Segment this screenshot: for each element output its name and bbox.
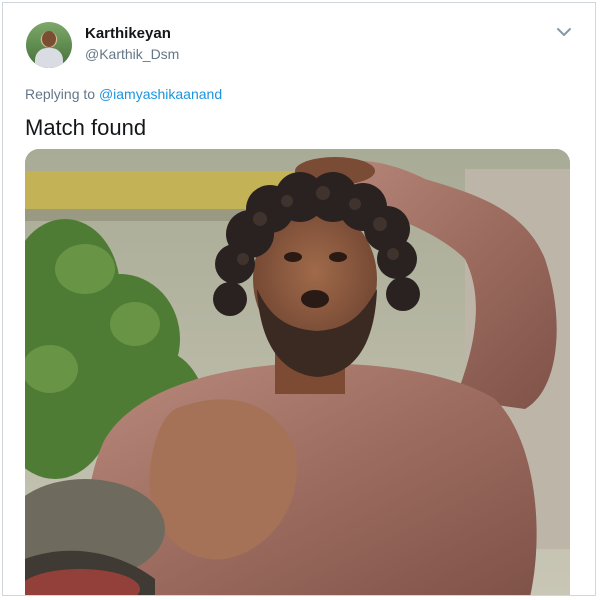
- author-name[interactable]: Karthikeyan: [85, 25, 171, 42]
- avatar[interactable]: [26, 22, 72, 68]
- tweet-photo[interactable]: [25, 149, 570, 595]
- author-handle[interactable]: @Karthik_Dsm: [85, 46, 179, 62]
- tweet-card: Karthikeyan @Karthik_Dsm Replying to @ia…: [2, 2, 596, 596]
- chevron-down-icon[interactable]: [555, 25, 573, 39]
- avatar-head: [42, 31, 56, 47]
- photo-illustration: [25, 149, 570, 595]
- avatar-shirt: [35, 48, 63, 68]
- replying-to-label: Replying to: [25, 86, 96, 102]
- reply-mention-link[interactable]: @iamyashikaanand: [99, 86, 222, 102]
- replying-to: Replying to @iamyashikaanand: [25, 86, 222, 102]
- tweet-text: Match found: [25, 115, 147, 140]
